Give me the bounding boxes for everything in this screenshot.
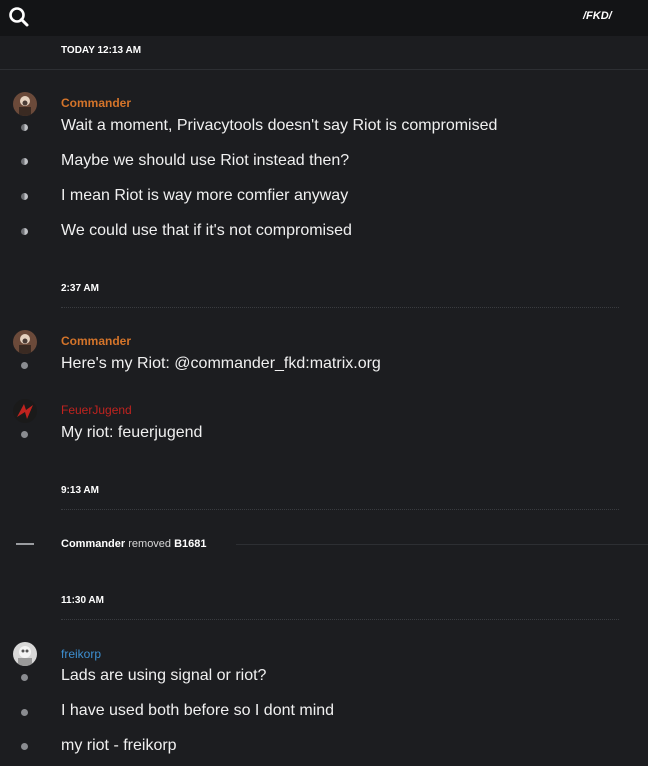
message-status-icon [21, 362, 28, 369]
system-event-icon [16, 543, 34, 545]
username-commander[interactable]: Commander [61, 96, 131, 110]
divider [61, 509, 619, 510]
avatar-freikorp[interactable] [13, 642, 37, 666]
system-event-action: removed [128, 538, 172, 550]
avatar-commander[interactable] [13, 92, 37, 116]
timestamp-divider: TODAY 12:13 AM [61, 45, 142, 56]
message-status-icon [21, 431, 28, 438]
divider [236, 544, 648, 545]
message-text: We could use that if it's not compromise… [61, 222, 352, 239]
system-event-target[interactable]: B1681 [174, 538, 206, 550]
message-status-icon [21, 674, 28, 681]
divider [61, 619, 619, 620]
message-status-icon [21, 158, 28, 165]
search-icon[interactable] [8, 6, 30, 28]
username-freikorp[interactable]: freikorp [61, 647, 101, 661]
avatar-commander[interactable] [13, 330, 37, 354]
message-text: Wait a moment, Privacytools doesn't say … [61, 117, 498, 134]
divider [0, 69, 648, 70]
message-text: my riot - freikorp [61, 737, 177, 754]
message-text: Maybe we should use Riot instead then? [61, 152, 350, 169]
message-text: I have used both before so I dont mind [61, 702, 335, 719]
username-commander[interactable]: Commander [61, 334, 131, 348]
divider [61, 307, 619, 308]
top-bar: /FKD/ [0, 0, 648, 36]
timestamp-divider: 11:30 AM [61, 595, 104, 606]
message-status-icon [21, 124, 28, 131]
message-status-icon [21, 193, 28, 200]
message-text: My riot: feuerjugend [61, 424, 203, 441]
system-event: Commander removed B1681 [61, 538, 207, 550]
message-text: Lads are using signal or riot? [61, 667, 267, 684]
message-status-icon [21, 743, 28, 750]
message-text: I mean Riot is way more comfier anyway [61, 187, 349, 204]
channel-name[interactable]: /FKD/ [583, 10, 612, 22]
timestamp-divider: 9:13 AM [61, 485, 99, 496]
message-text: Here's my Riot: @commander_fkd:matrix.or… [61, 355, 381, 372]
message-status-icon [21, 709, 28, 716]
avatar-feuerjugend[interactable] [13, 399, 37, 423]
timestamp-divider: 2:37 AM [61, 283, 99, 294]
username-feuerjugend[interactable]: FeuerJugend [61, 403, 132, 417]
message-status-icon [21, 228, 28, 235]
system-event-actor[interactable]: Commander [61, 538, 125, 550]
